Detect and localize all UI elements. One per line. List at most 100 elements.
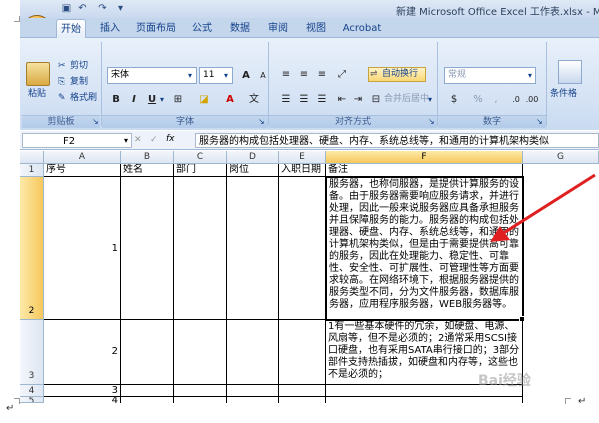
column-header[interactable]: A — [44, 151, 121, 164]
decrease-indent-icon[interactable]: ⇤ — [334, 92, 350, 107]
table-cell[interactable] — [174, 177, 227, 320]
save-icon[interactable]: ▣ — [60, 3, 73, 15]
formula-input[interactable]: 服务器的构成包括处理器、硬盘、内存、系统总线等，和通用的计算机架构类似 — [195, 133, 599, 148]
table-cell[interactable] — [121, 397, 174, 403]
table-cell[interactable]: 2 — [44, 320, 121, 385]
table-cell[interactable]: 部门 — [174, 164, 227, 177]
grow-font-button[interactable]: A — [238, 68, 254, 83]
table-cell[interactable] — [121, 177, 174, 320]
tab-view[interactable]: 视图 — [302, 19, 330, 38]
select-all-corner[interactable] — [20, 151, 44, 164]
table-cell[interactable] — [227, 397, 279, 403]
currency-icon[interactable]: $ — [446, 92, 462, 107]
table-cell[interactable] — [279, 385, 326, 397]
table-cell[interactable] — [279, 177, 326, 320]
tab-home[interactable]: 开始 — [56, 19, 86, 38]
column-header[interactable]: C — [174, 151, 227, 164]
name-box[interactable]: F2 — [22, 133, 132, 148]
name-box-dropdown-icon[interactable]: ▾ — [124, 134, 128, 147]
table-cell[interactable]: 4 — [44, 397, 121, 403]
fill-color-icon[interactable]: ◪ — [196, 92, 212, 107]
row-header[interactable]: 1 — [20, 164, 44, 177]
table-cell[interactable] — [227, 385, 279, 397]
cut-button[interactable]: 剪切 — [70, 60, 88, 73]
table-cell[interactable] — [227, 320, 279, 385]
italic-button[interactable]: I — [126, 92, 142, 107]
table-cell[interactable]: 入职日期 — [279, 164, 326, 177]
insert-function-button[interactable]: fx — [166, 133, 175, 146]
paste-icon[interactable] — [26, 62, 50, 86]
increase-decimal-icon[interactable]: .0 — [508, 92, 524, 107]
table-cell[interactable] — [121, 320, 174, 385]
font-color-icon[interactable]: A — [222, 92, 238, 107]
tab-formulas[interactable]: 公式 — [188, 19, 216, 38]
increase-indent-icon[interactable]: ⇥ — [350, 92, 366, 107]
table-cell[interactable]: 岗位 — [227, 164, 279, 177]
dialog-launcher-icon[interactable]: ↘ — [258, 115, 265, 128]
copy-button[interactable]: 复制 — [70, 76, 88, 89]
copy-icon[interactable]: ⎘ — [58, 76, 65, 89]
align-right-icon[interactable]: ☰ — [314, 92, 330, 107]
column-header[interactable]: F — [326, 151, 523, 164]
table-cell[interactable] — [174, 385, 227, 397]
table-cell[interactable]: 3 — [44, 385, 121, 397]
conditional-format-icon[interactable] — [558, 60, 582, 84]
conditional-format-button[interactable]: 条件格 — [550, 88, 577, 101]
align-center-icon[interactable]: ☰ — [296, 92, 312, 107]
table-cell[interactable]: 姓名 — [121, 164, 174, 177]
row-header[interactable]: 3 — [20, 320, 44, 385]
orientation-icon[interactable]: ⤢ — [334, 67, 350, 82]
column-header[interactable]: B — [121, 151, 174, 164]
cancel-icon[interactable]: ✕ — [134, 134, 142, 147]
table-cell[interactable] — [279, 397, 326, 403]
cut-icon[interactable]: ✂ — [58, 60, 66, 73]
dialog-launcher-icon[interactable]: ↘ — [428, 115, 435, 128]
tab-insert[interactable]: 插入 — [96, 19, 124, 38]
align-bottom-icon[interactable]: ≡ — [314, 67, 330, 82]
font-name-select[interactable]: 宋体 — [107, 67, 197, 84]
number-format-dropdown-icon[interactable]: ▾ — [528, 69, 532, 82]
underline-dropdown-icon[interactable]: ▾ — [160, 93, 164, 106]
tab-page-layout[interactable]: 页面布局 — [134, 19, 178, 38]
enter-icon[interactable]: ✓ — [150, 134, 158, 147]
table-cell[interactable] — [279, 320, 326, 385]
percent-button[interactable]: % — [470, 92, 486, 107]
table-cell[interactable] — [174, 320, 227, 385]
dialog-launcher-icon[interactable]: ↘ — [536, 115, 543, 128]
align-middle-icon[interactable]: ≡ — [296, 67, 312, 82]
number-format-select[interactable]: 常规 — [444, 67, 536, 84]
table-cell[interactable] — [174, 397, 227, 403]
table-cell[interactable]: 序号 — [44, 164, 121, 177]
table-cell[interactable] — [121, 385, 174, 397]
comma-button[interactable]: , — [488, 92, 504, 107]
merge-center-button[interactable]: 合并后居中 — [384, 93, 429, 106]
row-header[interactable]: 2 — [20, 177, 44, 320]
phonetic-icon[interactable]: 文 — [246, 92, 262, 107]
tab-acrobat[interactable]: Acrobat — [340, 19, 384, 38]
paste-button[interactable]: 粘贴 — [28, 88, 46, 101]
merge-dropdown-icon[interactable]: ▾ — [428, 93, 432, 106]
format-painter-button[interactable]: 格式刷 — [70, 92, 97, 105]
column-header[interactable]: D — [227, 151, 279, 164]
column-header[interactable]: E — [279, 151, 326, 164]
table-cell[interactable] — [227, 177, 279, 320]
align-top-icon[interactable]: ≡ — [278, 67, 294, 82]
row-header[interactable]: 5 — [20, 397, 44, 403]
table-cell[interactable]: 1 — [44, 177, 121, 320]
tab-data[interactable]: 数据 — [226, 19, 254, 38]
font-size-dropdown-icon[interactable]: ▾ — [224, 69, 228, 82]
font-name-dropdown-icon[interactable]: ▾ — [188, 69, 192, 82]
decrease-decimal-icon[interactable]: .00 — [524, 92, 540, 107]
tab-review[interactable]: 审阅 — [264, 19, 292, 38]
undo-icon[interactable]: ↶ — [76, 3, 89, 15]
quick-access-dropdown-icon[interactable]: ▾ — [114, 3, 127, 15]
align-left-icon[interactable]: ☰ — [278, 92, 294, 107]
dialog-launcher-icon[interactable]: ↘ — [92, 115, 99, 128]
underline-button[interactable]: U — [144, 92, 160, 107]
merge-center-icon[interactable]: ⊟ — [368, 92, 384, 107]
column-header[interactable]: G — [523, 151, 599, 164]
row-header[interactable]: 4 — [20, 385, 44, 397]
table-cell[interactable] — [326, 397, 523, 403]
borders-icon[interactable]: ⊞ — [170, 92, 186, 107]
format-painter-icon[interactable]: ✎ — [58, 92, 66, 105]
